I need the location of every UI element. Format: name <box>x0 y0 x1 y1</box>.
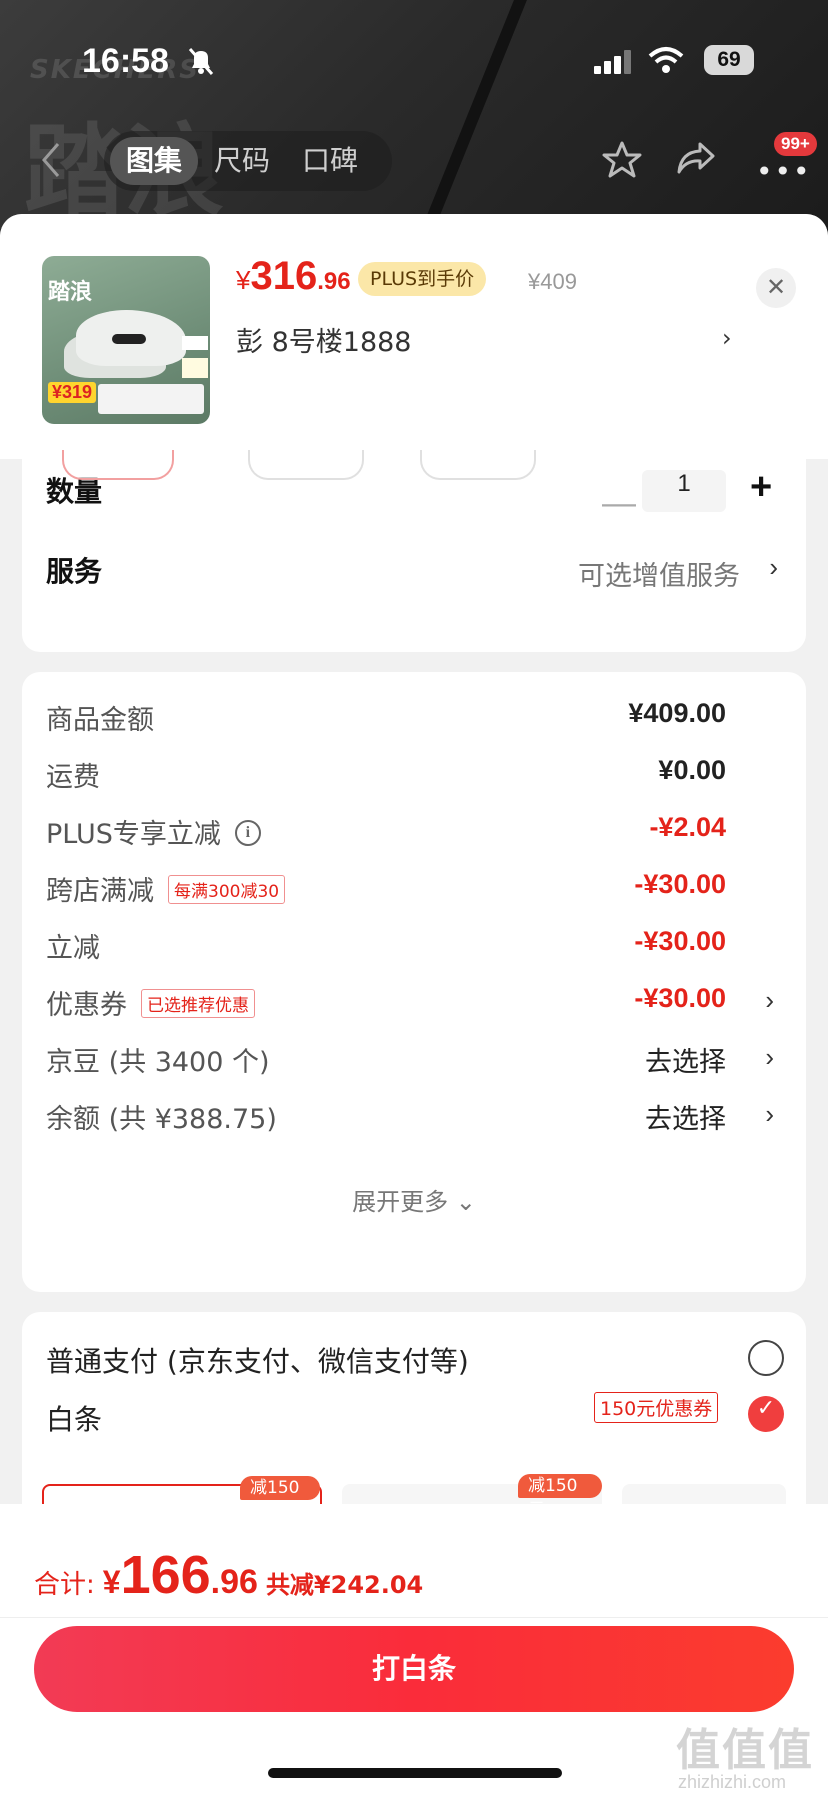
tab-size[interactable]: 尺码 <box>198 137 286 185</box>
original-price: ¥409 <box>528 269 577 294</box>
size-option-peek[interactable] <box>420 450 536 480</box>
shipping-label: 运费 <box>46 762 100 793</box>
thumbnail-title: 踏浪 <box>48 280 93 305</box>
product-thumbnail[interactable]: 踏浪 ¥319 <box>42 256 210 424</box>
quantity-decrease-button[interactable]: — <box>602 484 636 523</box>
favorite-star-icon[interactable] <box>602 140 642 180</box>
checkout-footer: 合计: ¥ 166 .96 共减¥242.04 打白条 值值值 zhizhizh… <box>0 1504 828 1796</box>
plus-discount-value: -¥2.04 <box>649 812 726 842</box>
breakdown-row-goods: 商品金额 ¥409.00 <box>46 698 782 738</box>
quantity-increase-button[interactable]: + <box>750 466 772 509</box>
instant-discount-value: -¥30.00 <box>634 926 726 956</box>
battery-indicator: 69 <box>704 45 754 75</box>
product-summary-header: 踏浪 ¥319 ¥ 316 .96 PLUS到手价 ¥409 彭 8号楼1888… <box>0 214 828 480</box>
size-option-peek[interactable] <box>62 450 174 480</box>
total-label: 合计: <box>34 1570 95 1600</box>
total-integer: 166 <box>120 1545 211 1605</box>
shipping-value: ¥0.00 <box>658 755 726 785</box>
more-icon[interactable]: ••• <box>756 155 812 188</box>
baitiao-coupon-tag: 150元优惠券 <box>594 1392 719 1423</box>
signal-icon <box>594 50 631 74</box>
product-price: ¥ 316 .96 <box>236 254 351 298</box>
shoe-stripe <box>112 334 146 344</box>
info-icon[interactable]: i <box>234 819 261 846</box>
chevron-down-icon: ⌄ <box>455 1188 476 1216</box>
pay-button[interactable]: 打白条 <box>34 1626 794 1712</box>
wifi-icon <box>648 47 684 73</box>
payment-method-card: 普通支付 (京东支付、微信支付等) 白条 150元优惠券 ✓ 减150元 减15… <box>22 1312 806 1504</box>
tab-reviews[interactable]: 口碑 <box>286 137 374 185</box>
close-button[interactable]: ✕ <box>756 268 796 308</box>
checkout-sheet: 数量 — 1 + 服务 可选增值服务 › 踏浪 ¥319 ¥ 316 .96 P… <box>0 214 828 1504</box>
size-option-peek[interactable] <box>248 450 364 480</box>
installment-plan-1[interactable]: 减150元 <box>42 1476 322 1504</box>
thumbnail-tag-2 <box>182 358 208 378</box>
price-breakdown-card: 商品金额 ¥409.00 运费 ¥0.00 PLUS专享立减 i -¥2.04 跨… <box>22 672 806 1292</box>
price-currency: ¥ <box>236 265 251 295</box>
breakdown-row-plus: PLUS专享立减 i -¥2.04 <box>46 812 782 852</box>
balance-label: 余额 (共 ¥388.75) <box>46 1104 277 1135</box>
coupon-label: 优惠券 <box>46 990 127 1021</box>
price-decimal: .96 <box>317 268 351 295</box>
installment-plan-2[interactable]: 减150元 <box>342 1474 602 1504</box>
total-currency: ¥ <box>102 1564 121 1600</box>
share-icon[interactable] <box>676 140 716 176</box>
coupon-tag: 已选推荐优惠 <box>141 989 255 1018</box>
breakdown-row-shipping: 运费 ¥0.00 <box>46 755 782 795</box>
thumbnail-price: ¥319 <box>48 382 97 403</box>
normal-payment-radio[interactable] <box>748 1340 784 1376</box>
balance-chevron-icon[interactable]: › <box>765 1099 774 1130</box>
site-watermark-url: zhizhizhi.com <box>678 1772 787 1792</box>
breakdown-row-instant: 立减 -¥30.00 <box>46 926 782 966</box>
status-time: 16:58 <box>82 42 169 80</box>
plan-discount-badge: 减150元 <box>518 1474 602 1504</box>
breakdown-row-jingdou[interactable]: 京豆 (共 3400 个) 去选择 › <box>46 1040 782 1080</box>
goods-amount-label: 商品金额 <box>46 705 154 736</box>
breakdown-row-coupon[interactable]: 优惠券 已选推荐优惠 -¥30.00 › <box>46 983 782 1023</box>
thumbnail-info-strip <box>98 384 204 414</box>
plan-discount-badge: 减150元 <box>240 1476 320 1504</box>
gallery-tabs: 图集 尺码 口碑 <box>104 131 392 191</box>
quantity-input[interactable]: 1 <box>642 470 726 512</box>
normal-payment-label[interactable]: 普通支付 (京东支付、微信支付等) <box>46 1340 469 1380</box>
cross-store-tag: 每满300减30 <box>168 875 286 904</box>
price-integer: 316 <box>250 254 318 298</box>
cross-store-value: -¥30.00 <box>634 869 726 899</box>
bell-muted-icon <box>188 48 214 75</box>
service-value[interactable]: 可选增值服务 <box>578 554 740 593</box>
footer-divider <box>0 1617 828 1618</box>
breakdown-row-balance[interactable]: 余额 (共 ¥388.75) 去选择 › <box>46 1097 782 1137</box>
service-chevron-icon[interactable]: › <box>769 552 778 583</box>
instant-discount-label: 立减 <box>46 933 100 964</box>
address-chevron-icon[interactable]: › <box>722 324 732 352</box>
jingdou-label: 京豆 (共 3400 个) <box>46 1047 270 1078</box>
coupon-chevron-icon[interactable]: › <box>765 985 774 1016</box>
plus-price-tag: PLUS到手价 <box>358 262 487 296</box>
plus-discount-label: PLUS专享立减 <box>46 819 221 850</box>
cross-store-label: 跨店满减 <box>46 876 154 907</box>
baitiao-radio-checked[interactable]: ✓ <box>748 1396 784 1432</box>
coupon-value: -¥30.00 <box>634 983 726 1013</box>
home-indicator[interactable] <box>268 1768 562 1778</box>
site-watermark-logo: 值值值 <box>676 1725 814 1776</box>
baitiao-label[interactable]: 白条 <box>46 1398 102 1438</box>
thumbnail-tag-1 <box>182 336 208 350</box>
installment-plan-3[interactable] <box>622 1484 786 1504</box>
balance-select[interactable]: 去选择 <box>645 1097 726 1136</box>
expand-more-label: 展开更多 <box>352 1188 449 1216</box>
notification-badge: 99+ <box>774 132 817 156</box>
back-icon[interactable] <box>40 142 62 178</box>
jingdou-chevron-icon[interactable]: › <box>765 1042 774 1073</box>
goods-amount-value: ¥409.00 <box>628 698 726 728</box>
total-saved: 共减¥242.04 <box>265 1571 424 1599</box>
service-label: 服务 <box>46 555 103 588</box>
total-decimal: .96 <box>210 1563 258 1601</box>
delivery-address[interactable]: 彭 8号楼1888 <box>236 320 411 359</box>
jingdou-select[interactable]: 去选择 <box>645 1040 726 1079</box>
breakdown-row-crossstore: 跨店满减 每满300减30 -¥30.00 <box>46 869 782 909</box>
expand-more-button[interactable]: 展开更多 ⌄ <box>22 1182 806 1217</box>
tab-gallery[interactable]: 图集 <box>110 137 199 185</box>
order-total: 合计: ¥ 166 .96 共减¥242.04 <box>34 1544 423 1606</box>
